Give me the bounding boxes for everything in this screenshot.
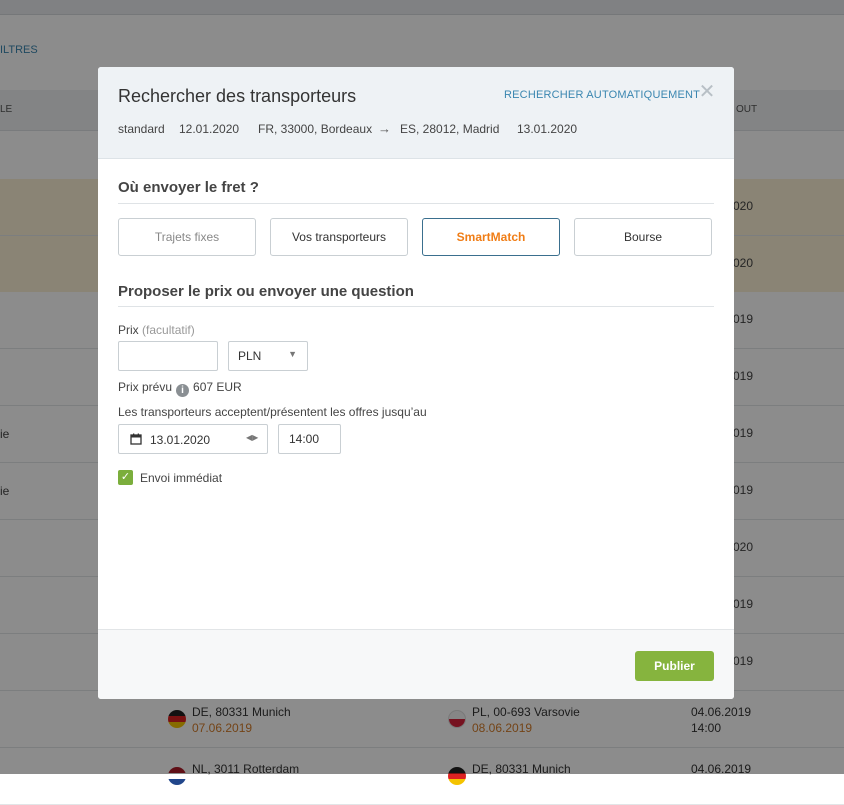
immediate-send-checkbox[interactable]: ✓ (118, 470, 133, 485)
option-exchange[interactable]: Bourse (574, 218, 712, 256)
price-input[interactable] (118, 341, 218, 371)
deadline-time-input[interactable]: 14:00 (278, 424, 341, 454)
close-icon[interactable]: ✕ (698, 82, 716, 102)
freight-type: standard (118, 122, 165, 136)
section-title-price: Proposer le prix ou envoyer une question (118, 283, 414, 300)
divider (118, 306, 714, 307)
expected-price-value: 607 EUR (193, 380, 242, 394)
deadline-date-value: 13.01.2020 (150, 433, 211, 447)
currency-value: PLN (238, 349, 262, 363)
unload-date: 13.01.2020 (517, 122, 578, 136)
chevron-down-icon: ▼ (288, 349, 297, 359)
divider (118, 203, 714, 204)
section-title-destination: Où envoyer le fret ? (118, 179, 259, 196)
option-fixed-routes[interactable]: Trajets fixes (118, 218, 256, 256)
option-smartmatch[interactable]: SmartMatch (422, 218, 560, 256)
currency-select[interactable]: PLN ▼ (228, 341, 308, 371)
search-carriers-dialog: Rechercher des transporteurs RECHERCHER … (98, 67, 734, 699)
price-label: Prix (facultatif) (118, 323, 195, 337)
dialog-title: Rechercher des transporteurs (118, 86, 357, 106)
deadline-label: Les transporteurs acceptent/présentent l… (118, 405, 427, 419)
expected-price: Prix prévu i 607 EUR (118, 380, 242, 397)
destination: ES, 28012, Madrid (400, 122, 500, 136)
load-date: 12.01.2020 (179, 122, 240, 136)
immediate-send-label: Envoi immédiat (140, 471, 223, 485)
deadline-date-picker[interactable]: 13.01.2020 ◀▶ (118, 424, 268, 454)
calendar-icon (130, 433, 142, 445)
price-optional: (facultatif) (142, 323, 195, 337)
auto-search-link[interactable]: RECHERCHER AUTOMATIQUEMENT (504, 89, 700, 101)
option-your-carriers[interactable]: Vos transporteurs (270, 218, 408, 256)
info-icon[interactable]: i (176, 384, 190, 397)
dialog-header: Rechercher des transporteurs RECHERCHER … (98, 67, 734, 159)
origin: FR, 33000, Bordeaux (258, 122, 373, 136)
publish-button[interactable]: Publier (635, 651, 714, 681)
arrow-right-icon: → (378, 121, 391, 136)
arrows-horizontal-icon[interactable]: ◀▶ (246, 433, 258, 442)
dialog-footer: Publier (98, 629, 734, 699)
